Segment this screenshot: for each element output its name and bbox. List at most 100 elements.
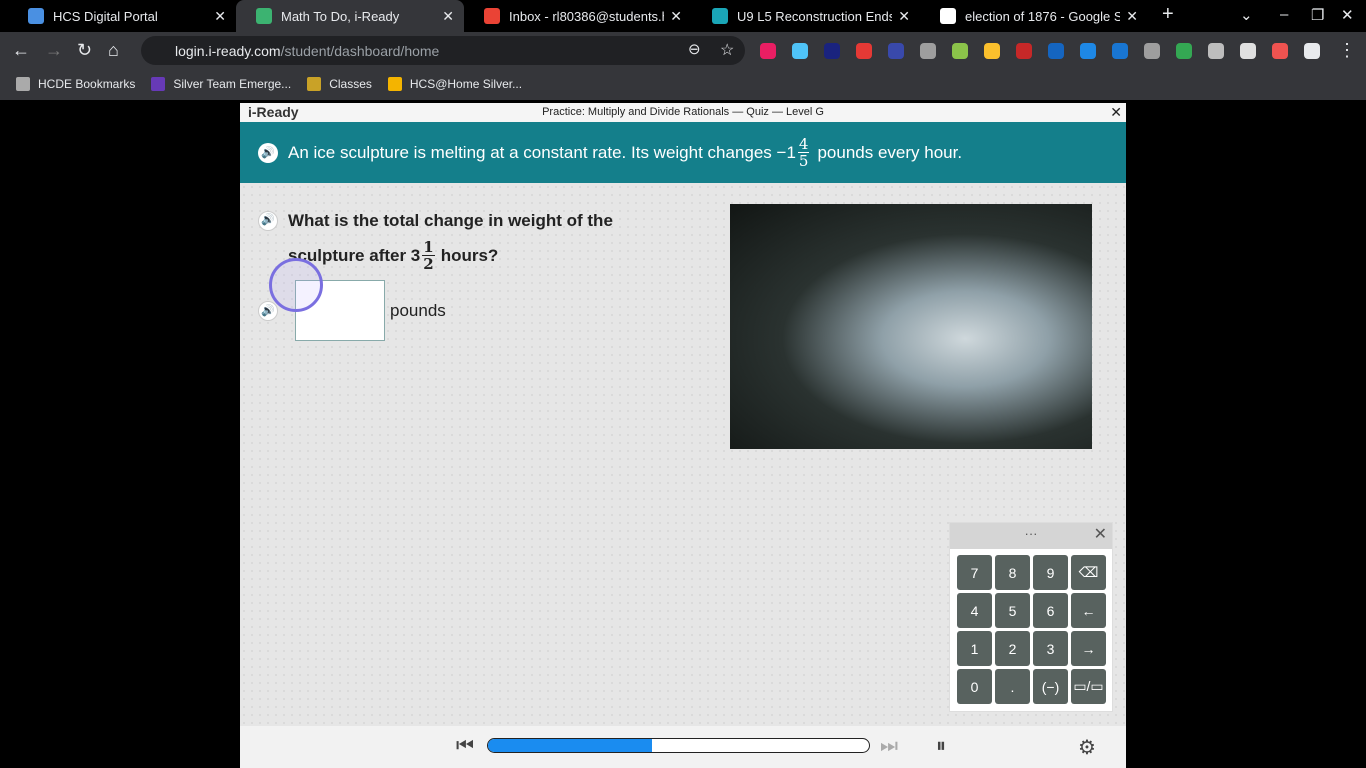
prompt-band: 🔊 An ice sculpture is melting at a const… xyxy=(240,122,1126,183)
iready-logo: i-Ready xyxy=(248,104,299,120)
close-tab-icon[interactable]: ✕ xyxy=(898,8,910,25)
forward-icon[interactable]: → xyxy=(45,40,63,61)
speaker-icon[interactable]: 🔊 xyxy=(258,142,278,163)
address-bar[interactable]: login.i-ready.com/student/dashboard/home xyxy=(141,36,745,65)
favicon-icon xyxy=(256,8,272,24)
bookmark[interactable]: HCDE Bookmarks xyxy=(16,77,135,91)
keypad-key[interactable]: 6 xyxy=(1033,593,1068,628)
pause-icon[interactable]: ⏸ xyxy=(936,735,946,758)
bookmark-star-icon[interactable]: ☆ xyxy=(720,40,734,60)
reload-icon[interactable]: ↻ xyxy=(77,40,92,61)
keypad-key[interactable]: 5 xyxy=(995,593,1030,628)
bookmark[interactable]: Classes xyxy=(307,77,372,91)
close-tab-icon[interactable]: ✕ xyxy=(214,8,226,25)
menu-icon[interactable]: ⋮ xyxy=(1338,40,1356,61)
speaker-icon[interactable]: 🔊 xyxy=(258,210,278,231)
extension-icon[interactable] xyxy=(1304,43,1320,59)
keypad-key[interactable]: ← xyxy=(1071,593,1106,628)
keypad-key[interactable]: 8 xyxy=(995,555,1030,590)
extension-icon[interactable] xyxy=(1080,43,1096,59)
keypad-key[interactable]: 4 xyxy=(957,593,992,628)
keypad-key[interactable]: . xyxy=(995,669,1030,704)
keypad-key[interactable]: 3 xyxy=(1033,631,1068,666)
bookmark-icon xyxy=(387,77,402,91)
iready-app: i-Ready Practice: Multiply and Divide Ra… xyxy=(240,103,1126,768)
tab-bar: HCS Digital Portal ✕ Math To Do, i-Ready ✕ I… xyxy=(0,0,1366,32)
extension-icon[interactable] xyxy=(952,43,968,59)
extension-icon[interactable] xyxy=(856,43,872,59)
close-tab-icon[interactable]: ✕ xyxy=(670,8,682,25)
keypad-key[interactable]: ▭/▭ xyxy=(1071,669,1106,704)
zoom-icon[interactable]: ⊖ xyxy=(688,40,701,58)
extension-icon[interactable] xyxy=(1272,43,1288,59)
prompt-fraction: 45 xyxy=(797,136,810,169)
speaker-icon[interactable]: 🔊 xyxy=(258,300,278,321)
close-lesson-button[interactable]: ✕ xyxy=(1110,103,1122,122)
extension-icon[interactable] xyxy=(1048,43,1064,59)
bookmark[interactable]: Silver Team Emerge... xyxy=(151,77,291,91)
extension-icon[interactable] xyxy=(984,43,1000,59)
keypad-key[interactable]: → xyxy=(1071,631,1106,666)
bookmark-label: HCDE Bookmarks xyxy=(38,77,136,91)
home-icon[interactable]: ⌂ xyxy=(108,40,119,61)
extension-icon[interactable] xyxy=(888,43,904,59)
lesson-footer: ⏮ ⏭ ⏸ ⚙ xyxy=(240,726,1126,768)
favicon-icon xyxy=(484,8,500,24)
back-icon[interactable]: ← xyxy=(12,40,30,61)
next-icon[interactable]: ⏭ xyxy=(880,735,898,758)
extension-icon[interactable] xyxy=(920,43,936,59)
extension-icon[interactable] xyxy=(792,43,808,59)
tab[interactable]: HCS Digital Portal ✕ xyxy=(8,0,236,32)
tab-search-icon[interactable]: ⌄ xyxy=(1240,6,1253,24)
url-host: login.i-ready.com xyxy=(175,42,281,59)
keypad-key[interactable]: 7 xyxy=(957,555,992,590)
keypad-key[interactable]: 1 xyxy=(957,631,992,666)
keypad-drag-handle[interactable]: ··· ✕ xyxy=(950,523,1112,549)
math-keypad: ··· ✕ 7 8 9 ⌫ 4 5 6 ← 1 2 3 → 0. (−) ▭/▭ xyxy=(949,522,1113,712)
url-path: /student/dashboard/home xyxy=(280,42,440,59)
keypad-key[interactable]: ⌫ xyxy=(1071,555,1106,590)
bookmark-icon xyxy=(16,77,30,91)
keypad-key[interactable]: 2 xyxy=(995,631,1030,666)
tab-title: Math To Do, i-Ready xyxy=(281,8,400,24)
previous-icon[interactable]: ⏮ xyxy=(456,735,474,758)
lesson-title: Practice: Multiply and Divide Rationals … xyxy=(542,106,824,118)
tab[interactable]: U9 L5 Reconstruction Ends ✕ xyxy=(692,0,920,32)
extension-icon[interactable] xyxy=(1144,43,1160,59)
new-tab-button[interactable]: + xyxy=(1162,3,1174,26)
progress-fill xyxy=(488,739,652,752)
keypad-key[interactable]: 0 xyxy=(957,669,992,704)
bookmark-icon xyxy=(151,77,166,91)
tab[interactable]: election of 1876 - Google Search ✕ xyxy=(920,0,1148,32)
close-tab-icon[interactable]: ✕ xyxy=(1126,8,1138,25)
keypad-close-button[interactable]: ✕ xyxy=(1094,524,1107,546)
restore-button[interactable]: ❐ xyxy=(1311,6,1324,24)
prompt-text: An ice sculpture is melting at a constan… xyxy=(288,142,796,162)
bookmark-label: HCS@Home Silver... xyxy=(409,77,523,91)
question-line1: What is the total change in weight of th… xyxy=(288,211,613,230)
extension-icon[interactable] xyxy=(1240,43,1256,59)
extension-icon[interactable] xyxy=(1208,43,1224,59)
bookmark[interactable]: HCS@Home Silver... xyxy=(387,77,523,91)
keypad-key[interactable]: 9 xyxy=(1033,555,1068,590)
extension-icon[interactable] xyxy=(1112,43,1128,59)
minimize-button[interactable]: – xyxy=(1280,6,1288,23)
settings-gear-icon[interactable]: ⚙ xyxy=(1078,735,1096,760)
question-fraction: 12 xyxy=(422,238,435,272)
extension-icon[interactable] xyxy=(760,43,776,59)
progress-bar xyxy=(487,738,870,753)
bookmark-label: Classes xyxy=(329,77,372,91)
numerator: 1 xyxy=(422,238,435,256)
extension-icon[interactable] xyxy=(1016,43,1032,59)
tab[interactable]: Math To Do, i-Ready ✕ xyxy=(236,0,464,32)
favicon-icon xyxy=(712,8,728,24)
extension-icon[interactable] xyxy=(824,43,840,59)
close-tab-icon[interactable]: ✕ xyxy=(442,8,454,25)
extension-icon[interactable] xyxy=(1176,43,1192,59)
handle-dots: ··· xyxy=(1024,526,1038,541)
close-window-button[interactable]: ✕ xyxy=(1341,6,1354,24)
favicon-icon xyxy=(940,8,956,24)
bookmark-icon xyxy=(307,77,322,91)
keypad-key[interactable]: (−) xyxy=(1033,669,1068,704)
tab[interactable]: Inbox - rl80386@students.hcde ✕ xyxy=(464,0,692,32)
